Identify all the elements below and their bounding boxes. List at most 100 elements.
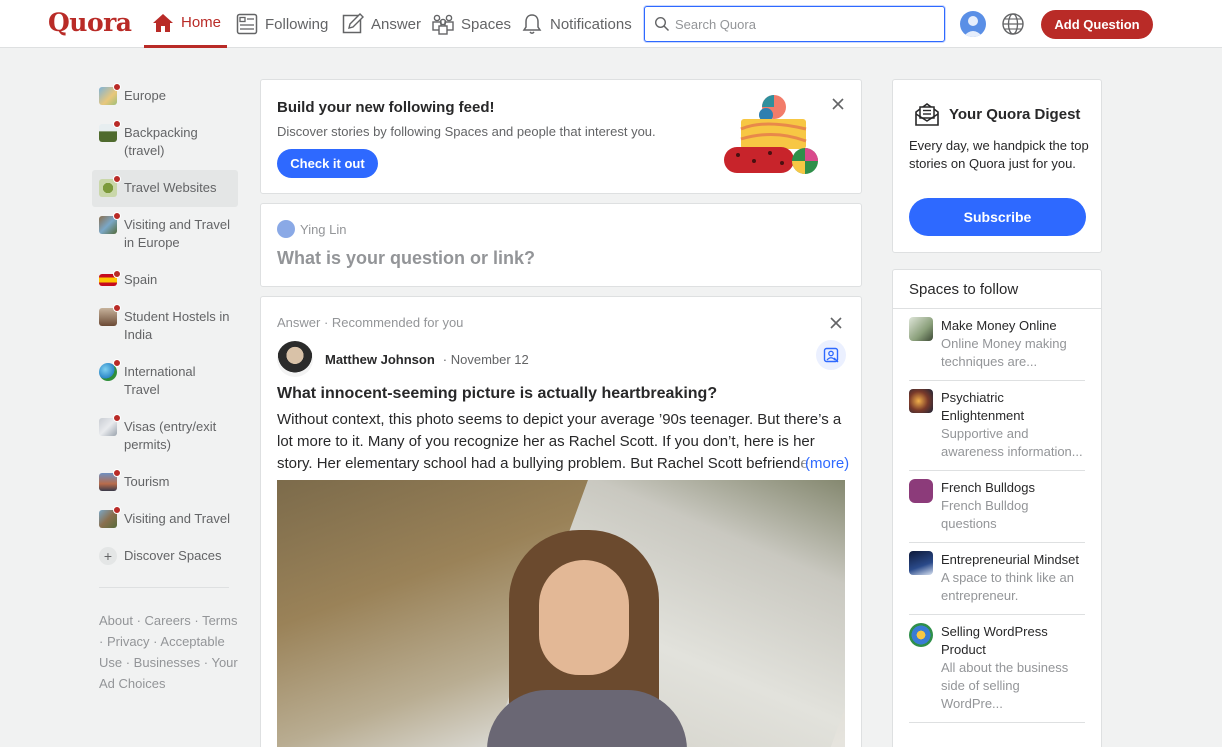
discover-spaces-label: Discover Spaces xyxy=(124,548,222,563)
nav-home-label: Home xyxy=(181,14,222,31)
travel-websites-space-icon xyxy=(99,175,121,197)
answer-photo[interactable] xyxy=(277,480,845,747)
sidebar-space-travel-websites[interactable]: Travel Websites xyxy=(92,170,238,207)
sidebar-space-spain[interactable]: Spain xyxy=(92,262,238,299)
sidebar-space-label: Visiting and Travel in Europe xyxy=(124,217,230,250)
close-icon[interactable] xyxy=(829,316,843,330)
answer-body[interactable]: Without context, this photo seems to dep… xyxy=(277,409,845,475)
psychiatric-space-icon xyxy=(909,389,933,413)
following-feed-subtitle: Discover stories by following Spaces and… xyxy=(277,124,656,139)
nav-following[interactable]: Following xyxy=(235,0,328,48)
sidebar-space-hostels[interactable]: Student Hostels in India xyxy=(92,299,238,354)
newsletter-icon xyxy=(915,103,939,126)
following-feed-illustration xyxy=(724,95,818,174)
plus-icon: + xyxy=(99,547,117,565)
tourism-space-icon xyxy=(99,469,121,491)
ask-user-name: Ying Lin xyxy=(300,221,347,237)
spain-flag-icon xyxy=(99,270,121,286)
answer-meta: Answer · Recommended for you xyxy=(277,315,464,330)
sidebar-space-label: Backpacking (travel) xyxy=(124,125,198,158)
follow-author-button[interactable] xyxy=(816,340,846,370)
space-suggestion-psychiatric-enlightenment[interactable]: Psychiatric Enlightenment Supportive and … xyxy=(909,389,1085,471)
spaces-to-follow-card: Spaces to follow Make Money Online Online… xyxy=(892,269,1102,747)
nav-spaces-label: Spaces xyxy=(461,15,512,33)
user-silhouette-icon xyxy=(963,16,983,37)
space-name: Psychiatric Enlightenment xyxy=(941,390,1025,423)
space-suggestion-french-bulldogs[interactable]: French Bulldogs French Bulldog questions xyxy=(909,479,1085,543)
digest-title: Your Quora Digest xyxy=(949,105,1081,123)
space-description: All about the business side of selling W… xyxy=(941,660,1069,711)
follow-person-icon xyxy=(823,347,839,363)
check-it-out-button[interactable]: Check it out xyxy=(277,149,378,178)
digest-header: Your Quora Digest xyxy=(913,100,1080,128)
subscribe-button[interactable]: Subscribe xyxy=(909,198,1086,236)
ask-question-card[interactable]: Ying Lin What is your question or link? xyxy=(260,203,862,287)
sidebar-space-backpacking[interactable]: Backpacking (travel) xyxy=(92,115,238,170)
money-space-icon xyxy=(909,317,933,341)
profile-avatar[interactable] xyxy=(960,11,986,37)
sidebar-space-label: International Travel xyxy=(124,364,196,397)
space-name: Selling WordPress Product xyxy=(941,624,1048,657)
globe-space-icon xyxy=(99,359,121,381)
discover-spaces-link[interactable]: + Discover Spaces xyxy=(92,538,238,575)
space-description: Supportive and awareness information... xyxy=(941,426,1083,459)
footer-links[interactable]: About · Careers · Terms · Privacy · Acce… xyxy=(99,610,239,694)
nav-answer-label: Answer xyxy=(371,15,422,33)
space-name: Make Money Online xyxy=(941,318,1057,333)
backpacking-space-icon xyxy=(99,120,121,142)
space-suggestion-selling-wordpress[interactable]: Selling WordPress Product All about the b… xyxy=(909,623,1085,723)
globe-language-icon[interactable] xyxy=(1001,12,1025,36)
visas-space-icon xyxy=(99,414,121,436)
question-title[interactable]: What innocent-seeming picture is actuall… xyxy=(277,385,717,403)
sidebar-divider xyxy=(99,587,229,588)
sidebar-space-label: Visas (entry/exit permits) xyxy=(124,419,217,452)
europe-space-icon xyxy=(99,83,121,105)
people-group-icon xyxy=(432,14,454,35)
pencil-square-icon xyxy=(342,13,364,34)
sidebar-space-label: Travel Websites xyxy=(124,180,217,195)
sidebar-space-europe[interactable]: Europe xyxy=(92,78,238,115)
sidebar-space-visas[interactable]: Visas (entry/exit permits) xyxy=(92,409,238,464)
more-link[interactable]: (more) xyxy=(799,453,850,475)
sidebar-space-label: Europe xyxy=(124,88,166,103)
author-name[interactable]: Matthew Johnson xyxy=(325,352,435,367)
nav-home[interactable]: Home xyxy=(144,0,227,48)
sidebar-space-visiting-travel[interactable]: Visiting and Travel xyxy=(92,501,238,538)
quora-logo[interactable]: Quora xyxy=(48,8,132,37)
search-input[interactable] xyxy=(675,16,925,32)
wordpress-space-icon xyxy=(909,623,933,647)
search-box[interactable] xyxy=(644,6,945,42)
bulldog-space-icon xyxy=(909,479,933,503)
ask-question-prompt[interactable]: What is your question or link? xyxy=(277,248,535,269)
add-question-button[interactable]: Add Question xyxy=(1041,10,1153,39)
sidebar-space-label: Student Hostels in India xyxy=(124,309,230,342)
nav-spaces[interactable]: Spaces xyxy=(431,0,511,48)
sidebar-space-label: Spain xyxy=(124,272,158,287)
visiting-travel-space-icon xyxy=(99,506,121,528)
following-icon xyxy=(236,13,258,35)
nav-notifications[interactable]: Notifications xyxy=(520,0,632,48)
author-avatar[interactable] xyxy=(277,341,313,377)
sidebar-space-tourism[interactable]: Tourism xyxy=(92,464,238,501)
top-navigation-bar: Quora Home Following Answer Spaces Notif… xyxy=(0,0,1222,48)
left-sidebar-spaces: Europe Backpacking (travel) Travel Websi… xyxy=(92,78,242,694)
space-description: Online Money making techniques are... xyxy=(941,336,1067,369)
visiting-europe-space-icon xyxy=(99,212,121,234)
nav-notifications-label: Notifications xyxy=(550,15,632,33)
space-description: A space to think like an entrepreneur. xyxy=(941,570,1074,603)
space-suggestion-entrepreneurial-mindset[interactable]: Entrepreneurial Mindset A space to think … xyxy=(909,551,1085,615)
spaces-to-follow-title: Spaces to follow xyxy=(909,281,1019,298)
bell-icon xyxy=(522,14,542,34)
spaces-list: Make Money Online Online Money making tec… xyxy=(909,317,1085,731)
entrepreneur-space-icon xyxy=(909,551,933,575)
ask-user: Ying Lin xyxy=(277,220,347,238)
answer-date: · November 12 xyxy=(442,351,529,367)
following-feed-card: Build your new following feed! Discover … xyxy=(260,79,862,194)
space-suggestion-make-money-online[interactable]: Make Money Online Online Money making tec… xyxy=(909,317,1085,381)
space-name: French Bulldogs xyxy=(941,480,1035,495)
nav-following-label: Following xyxy=(265,15,329,33)
sidebar-space-international-travel[interactable]: International Travel xyxy=(92,354,238,409)
close-icon[interactable] xyxy=(831,97,845,111)
nav-answer[interactable]: Answer xyxy=(341,0,421,48)
sidebar-space-visiting-europe[interactable]: Visiting and Travel in Europe xyxy=(92,207,238,262)
